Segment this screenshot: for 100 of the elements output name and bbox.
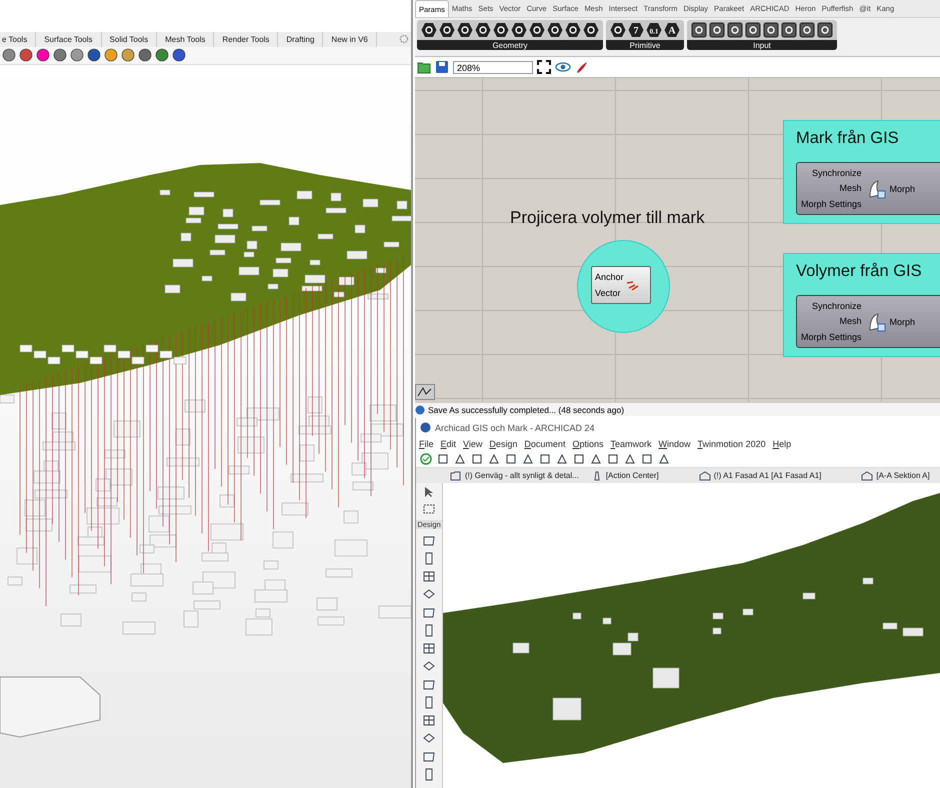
view-tab[interactable]: [Action Center] (590, 470, 659, 482)
hexagon-icon[interactable] (610, 22, 626, 38)
tool-outline-icon[interactable] (607, 453, 619, 465)
toolbar-tab[interactable]: Solid Tools (102, 32, 158, 47)
sphere-icon[interactable] (87, 48, 101, 62)
square-icon[interactable] (781, 22, 797, 38)
tool-outline-icon[interactable] (471, 453, 483, 465)
hexagon-icon[interactable] (511, 22, 527, 38)
hexagon-icon[interactable] (421, 22, 437, 38)
component-node[interactable]: Synchronize Mesh Morph Settings Morph (796, 295, 940, 348)
sphere-icon[interactable] (70, 48, 84, 62)
panel-label: Geometry (417, 40, 603, 50)
input-label: Anchor (595, 272, 624, 282)
tool-outline-icon[interactable] (422, 606, 436, 619)
tool-outline-icon[interactable] (422, 678, 436, 691)
input-label: Morph Settings (801, 332, 862, 342)
zoom-field[interactable]: 208% (453, 60, 533, 74)
tool-outline-icon[interactable] (522, 453, 534, 465)
tool-outline-icon[interactable] (422, 570, 436, 583)
info-icon (415, 404, 425, 414)
menu-item[interactable]: Options (572, 439, 604, 449)
tool-outline-icon[interactable] (422, 534, 436, 547)
tool-outline-icon[interactable] (641, 453, 653, 465)
menu-item[interactable]: Design (489, 439, 518, 449)
house-icon (861, 470, 874, 482)
hexagon-icon[interactable]: A (664, 22, 680, 38)
status-message: Save As successfully completed... (48 seconds ago) (428, 404, 624, 414)
tool-outline-icon[interactable] (422, 732, 436, 745)
view-tab[interactable]: [A-A Sektion A] (861, 470, 930, 482)
tool-outline-icon[interactable] (422, 660, 436, 673)
sphere-icon[interactable] (36, 48, 50, 62)
square-icon[interactable] (709, 22, 725, 38)
sphere-icon[interactable] (121, 48, 135, 62)
sphere-icon[interactable] (104, 48, 118, 62)
sphere-icon[interactable] (155, 48, 169, 62)
tool-outline-icon[interactable] (437, 453, 449, 465)
tool-outline-icon[interactable] (422, 750, 436, 763)
menu-item[interactable]: Window (658, 439, 691, 449)
menu-item[interactable]: Help (772, 439, 792, 449)
menu-item[interactable]: Teamwork (610, 439, 652, 449)
hexagon-icon[interactable] (547, 22, 563, 38)
tool-outline-icon[interactable] (488, 453, 500, 465)
tool-outline-icon[interactable] (624, 453, 636, 465)
check-circle-icon[interactable] (420, 453, 432, 465)
tool-outline-icon[interactable] (556, 453, 568, 465)
eye-icon[interactable] (555, 61, 571, 73)
sphere-icon[interactable] (19, 48, 33, 62)
group-title: Mark från GIS (796, 129, 900, 148)
tool-outline-icon[interactable] (590, 453, 602, 465)
app-logo-icon (420, 422, 431, 433)
square-icon[interactable] (691, 22, 707, 38)
tool-outline-icon[interactable] (454, 453, 466, 465)
marquee-icon[interactable] (423, 503, 435, 515)
view-tab[interactable]: (!) A1 Fasad A1 [A1 Fasad A1] (698, 470, 822, 482)
toolbar-tab[interactable]: e Tools (0, 32, 36, 47)
input-label: Synchronize (812, 168, 862, 178)
arrow-cursor-icon[interactable] (423, 486, 435, 498)
folder-icon[interactable] (417, 60, 431, 74)
square-icon[interactable] (763, 22, 779, 38)
hexagon-icon[interactable] (475, 22, 491, 38)
tool-outline-icon[interactable] (422, 714, 436, 727)
save-icon[interactable] (435, 60, 449, 74)
menu-item[interactable]: File (419, 439, 434, 449)
square-icon[interactable] (745, 22, 761, 38)
square-icon[interactable] (727, 22, 743, 38)
tool-outline-icon[interactable] (505, 453, 517, 465)
pen-icon[interactable] (415, 384, 435, 400)
group-title: Projicera volymer till mark (510, 208, 705, 228)
zoom-extents-icon[interactable] (537, 60, 551, 74)
input-label: Vector (595, 288, 622, 298)
hexagon-icon[interactable] (439, 22, 455, 38)
component-node[interactable]: Anchor Vector (591, 266, 651, 304)
tool-outline-icon[interactable] (658, 453, 670, 465)
square-icon[interactable] (799, 22, 815, 38)
tool-outline-icon[interactable] (539, 453, 551, 465)
sphere-icon[interactable] (2, 48, 16, 62)
house-icon (698, 470, 711, 482)
tool-outline-icon[interactable] (422, 642, 436, 655)
view-tab[interactable]: (!) Genväg - allt synligt & detal... (450, 470, 579, 482)
hexagon-icon[interactable] (493, 22, 509, 38)
sphere-icon[interactable] (172, 48, 186, 62)
square-icon[interactable] (817, 22, 833, 38)
hexagon-icon[interactable] (457, 22, 473, 38)
menu-item[interactable]: View (463, 439, 482, 449)
brush-icon[interactable] (575, 60, 589, 74)
tool-outline-icon[interactable] (573, 453, 585, 465)
sphere-icon[interactable] (53, 48, 67, 62)
tool-outline-icon[interactable] (422, 588, 436, 601)
component-node[interactable]: Synchronize Mesh Morph Settings Morph (796, 162, 940, 215)
input-label: Synchronize (812, 300, 862, 311)
hexagon-icon[interactable] (565, 22, 581, 38)
window-title: Archicad GIS och Mark - ARCHICAD 24 (435, 422, 595, 432)
hexagon-icon[interactable] (583, 22, 599, 38)
menu-item[interactable]: Document (524, 439, 566, 449)
menu-item[interactable]: Twinmotion 2020 (698, 439, 766, 449)
hexagon-icon[interactable]: 7 (628, 22, 644, 38)
output-label: Morph (890, 184, 916, 194)
sphere-icon[interactable] (138, 48, 152, 62)
menu-item[interactable]: Edit (440, 439, 456, 449)
hexagon-icon[interactable] (529, 22, 545, 38)
